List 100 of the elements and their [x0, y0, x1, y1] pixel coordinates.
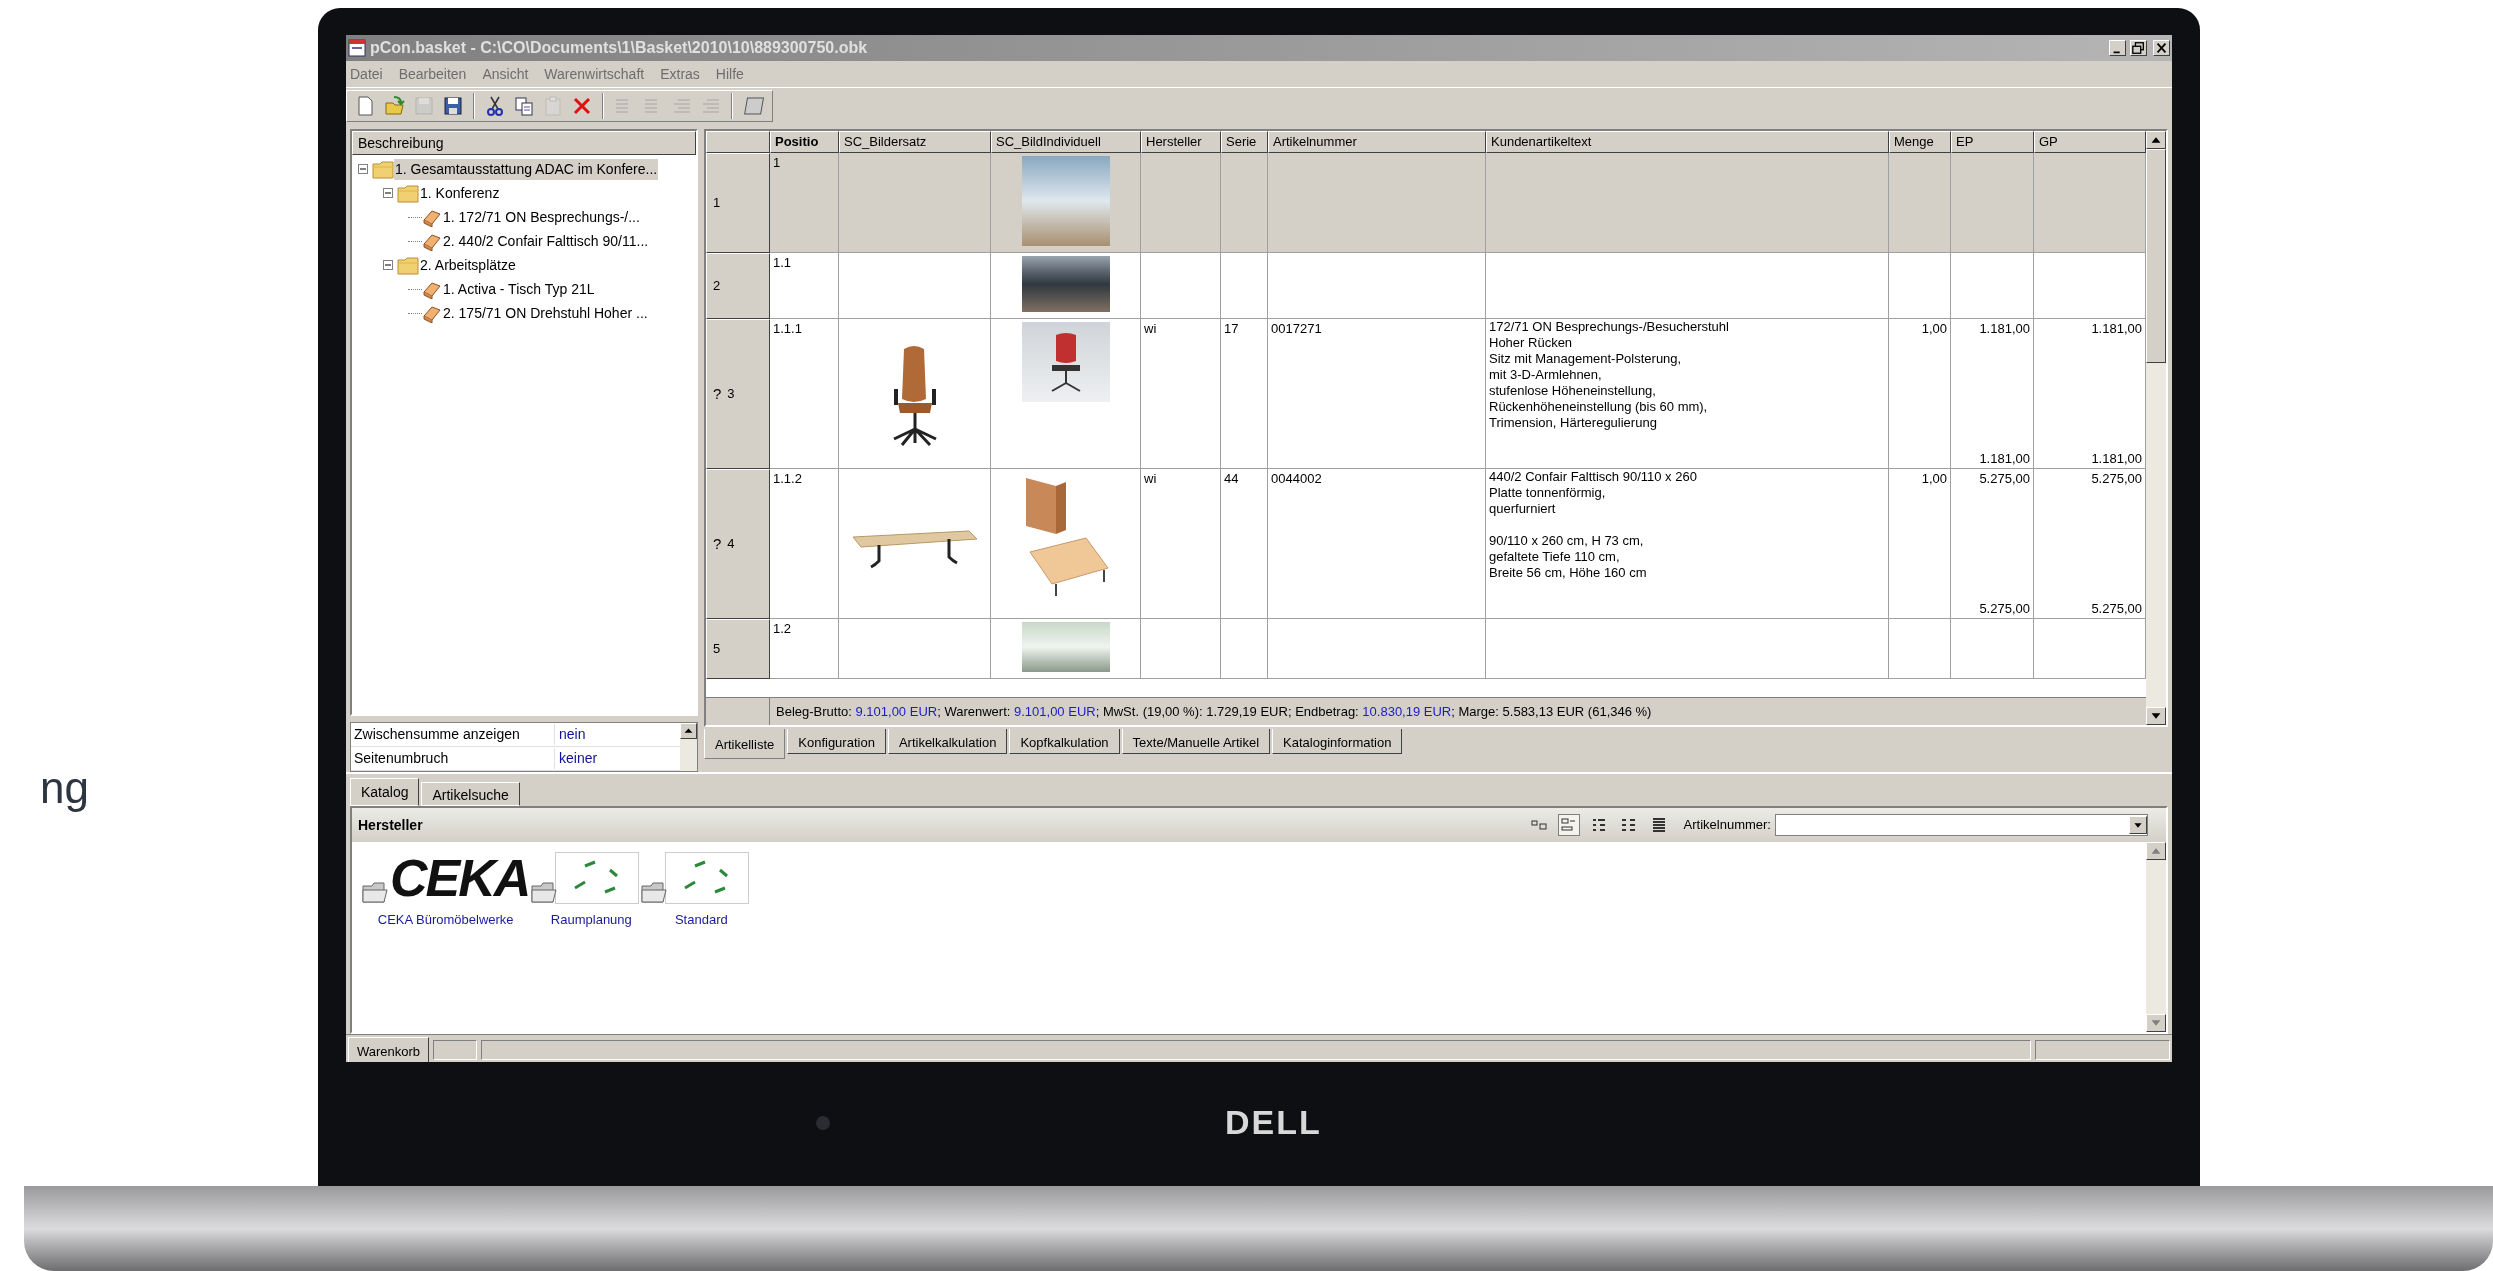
- warning-mark: ?: [713, 533, 722, 554]
- item-icon: [422, 279, 442, 299]
- brand-logo: DELL: [1225, 1102, 1322, 1143]
- copy-icon[interactable]: [513, 94, 535, 117]
- collapse-icon[interactable]: [383, 188, 393, 198]
- price: 5.275,00: [2091, 470, 2142, 488]
- item-icon: [422, 303, 442, 323]
- field-label: Artikelnummer:: [1683, 816, 1771, 835]
- scissors-icon[interactable]: [484, 94, 506, 117]
- section-title: Hersteller: [358, 815, 423, 835]
- scroll-up-icon[interactable]: [2146, 842, 2166, 860]
- table-row[interactable]: 2 1.1: [706, 253, 2146, 319]
- tab[interactable]: Kopfkalkulation: [1009, 729, 1120, 754]
- property-label: Seitenumbruch: [351, 748, 555, 769]
- column-header[interactable]: Hersteller: [1141, 131, 1221, 153]
- price-total: 1.181,00: [1979, 449, 2030, 468]
- column-header[interactable]: Kundenartikeltext: [1486, 131, 1889, 153]
- tab[interactable]: Kataloginformation: [1272, 729, 1403, 754]
- scroll-up-icon[interactable]: [2146, 131, 2166, 149]
- dropdown-caret-icon[interactable]: [2129, 816, 2147, 834]
- price: 1.181,00: [1979, 320, 2030, 338]
- folder-icon: [397, 255, 419, 275]
- status-pane: [433, 1039, 478, 1060]
- column-header[interactable]: Menge: [1889, 131, 1951, 153]
- row-number: 4: [727, 535, 735, 554]
- tree-item[interactable]: 1. 172/71 ON Besprechungs-/...: [442, 206, 641, 228]
- catalog-item[interactable]: CEKA Büromöbelwerke: [377, 910, 514, 930]
- totals-summary: Beleg-Brutto: 9.101,00 EUR; Warenwert: 9.101,00 EUR; MwSt. (19,00 %): 1.729,19 EUR; Endbetrag: 10.830,19 EUR; Marge: 5.583,13 EUR (61,346 %): [776, 702, 1652, 721]
- row-number: 1: [713, 194, 721, 213]
- small-icons-icon[interactable]: [1557, 814, 1580, 836]
- price-total: 5.275,00: [2091, 599, 2142, 618]
- column-header[interactable]: GP: [2034, 131, 2146, 153]
- scroll-up-icon[interactable]: [680, 723, 697, 739]
- table-row[interactable]: [706, 319, 2146, 469]
- price-total: 5.275,00: [1979, 599, 2030, 618]
- column-header[interactable]: Serie: [1221, 131, 1268, 153]
- item-icon: [422, 207, 442, 227]
- warning-mark: ?: [713, 383, 722, 404]
- row-number: 3: [727, 385, 735, 404]
- collapse-icon[interactable]: [383, 260, 393, 270]
- collapse-icon[interactable]: [358, 164, 368, 174]
- scrollbar[interactable]: [2146, 131, 2166, 725]
- column-header[interactable]: SC_BildIndividuell: [991, 131, 1141, 153]
- row-header[interactable]: 1: [706, 153, 770, 253]
- property-value[interactable]: nein: [555, 724, 590, 745]
- column-header[interactable]: SC_Bildersatz: [839, 131, 991, 153]
- article-text: 172/71 ON Besprechungs-/Besucherstuhl Hoher Rücken Sitz mit Management-Polsterung, mit 3-D-Armlehnen, stufenlose Höheneinstellung, Rückenhöheneinstellung (bis 60 mm), Trimension, Härteregulierung: [1489, 319, 1730, 431]
- help-book-icon[interactable]: [742, 94, 764, 117]
- close-icon[interactable]: [2153, 40, 2170, 56]
- property-value[interactable]: keiner: [555, 748, 602, 769]
- article-number-field[interactable]: [1775, 814, 2148, 836]
- row-number: 2: [713, 277, 721, 296]
- column-header[interactable]: Artikelnummer: [1268, 131, 1486, 153]
- column-header[interactable]: Beschreibung: [352, 131, 696, 155]
- row-header[interactable]: 2: [706, 253, 770, 319]
- scroll-down-icon[interactable]: [2146, 1014, 2166, 1032]
- scrollbar[interactable]: [2146, 842, 2166, 1032]
- maximize-icon[interactable]: [2130, 40, 2147, 56]
- tab[interactable]: Artikelliste: [704, 729, 786, 759]
- tab[interactable]: Katalog: [350, 778, 420, 806]
- tree-item[interactable]: 2. 175/71 ON Drehstuhl Hoher ...: [442, 302, 649, 324]
- row-number: 5: [713, 640, 721, 659]
- tab[interactable]: Artikelsuche: [421, 782, 520, 806]
- menu-item[interactable]: Ansicht: [482, 63, 529, 85]
- camera-icon: [816, 1115, 830, 1130]
- table-row[interactable]: 5 1.2: [706, 619, 2146, 679]
- row-header[interactable]: 5: [706, 619, 770, 679]
- scroll-down-icon[interactable]: [2146, 707, 2166, 725]
- column-header[interactable]: EP: [1951, 131, 2034, 153]
- tree-item[interactable]: 1. Konferenz: [419, 182, 501, 204]
- table-row[interactable]: 1 1: [706, 153, 2146, 253]
- item-icon: [422, 231, 442, 251]
- column-header[interactable]: Positio: [770, 131, 839, 153]
- minimize-icon[interactable]: [2109, 40, 2126, 56]
- tree-item[interactable]: 2. 440/2 Confair Falttisch 90/11...: [442, 230, 650, 252]
- catalog-item[interactable]: Standard: [674, 910, 728, 930]
- tab[interactable]: Artikelkalkulation: [887, 729, 1008, 754]
- scrollbar[interactable]: [680, 723, 697, 771]
- price-total: 1.181,00: [2091, 449, 2142, 468]
- article-text: 90/110 x 260 cm, H 73 cm, gefaltete Tiefe 110 cm, Breite 56 cm, Höhe 160 cm: [1489, 533, 1648, 581]
- app-icon: [348, 39, 366, 57]
- folder-icon: [372, 159, 394, 179]
- heading-text: ng: [40, 762, 89, 814]
- catalog-item[interactable]: Raumplanung: [550, 910, 632, 930]
- scroll-thumb[interactable]: [2146, 149, 2166, 363]
- property-label: Zwischensumme anzeigen: [351, 724, 555, 745]
- header-corner[interactable]: [706, 131, 770, 153]
- tab[interactable]: Texte/Manuelle Artikel: [1121, 729, 1271, 754]
- folder-arrow-icon[interactable]: [384, 94, 406, 117]
- tree-item[interactable]: 1. Gesamtausstattung ADAC im Konfere...: [394, 158, 659, 180]
- row-header[interactable]: ? 3: [706, 319, 770, 469]
- tree-item[interactable]: 2. Arbeitsplätze: [419, 254, 517, 276]
- catalog-logo: CEKA: [390, 852, 530, 904]
- tab[interactable]: Warenkorb: [348, 1036, 430, 1062]
- price: 1.181,00: [2091, 320, 2142, 338]
- price: 5.275,00: [1979, 470, 2030, 488]
- row-header[interactable]: ? 4: [706, 469, 770, 619]
- tree-item[interactable]: 1. Activa - Tisch Typ 21L: [442, 278, 596, 300]
- tab[interactable]: Konfiguration: [787, 729, 886, 754]
- article-text: 440/2 Confair Falttisch 90/110 x 260 Platte tonnenförmig, querfurniert: [1489, 469, 1698, 517]
